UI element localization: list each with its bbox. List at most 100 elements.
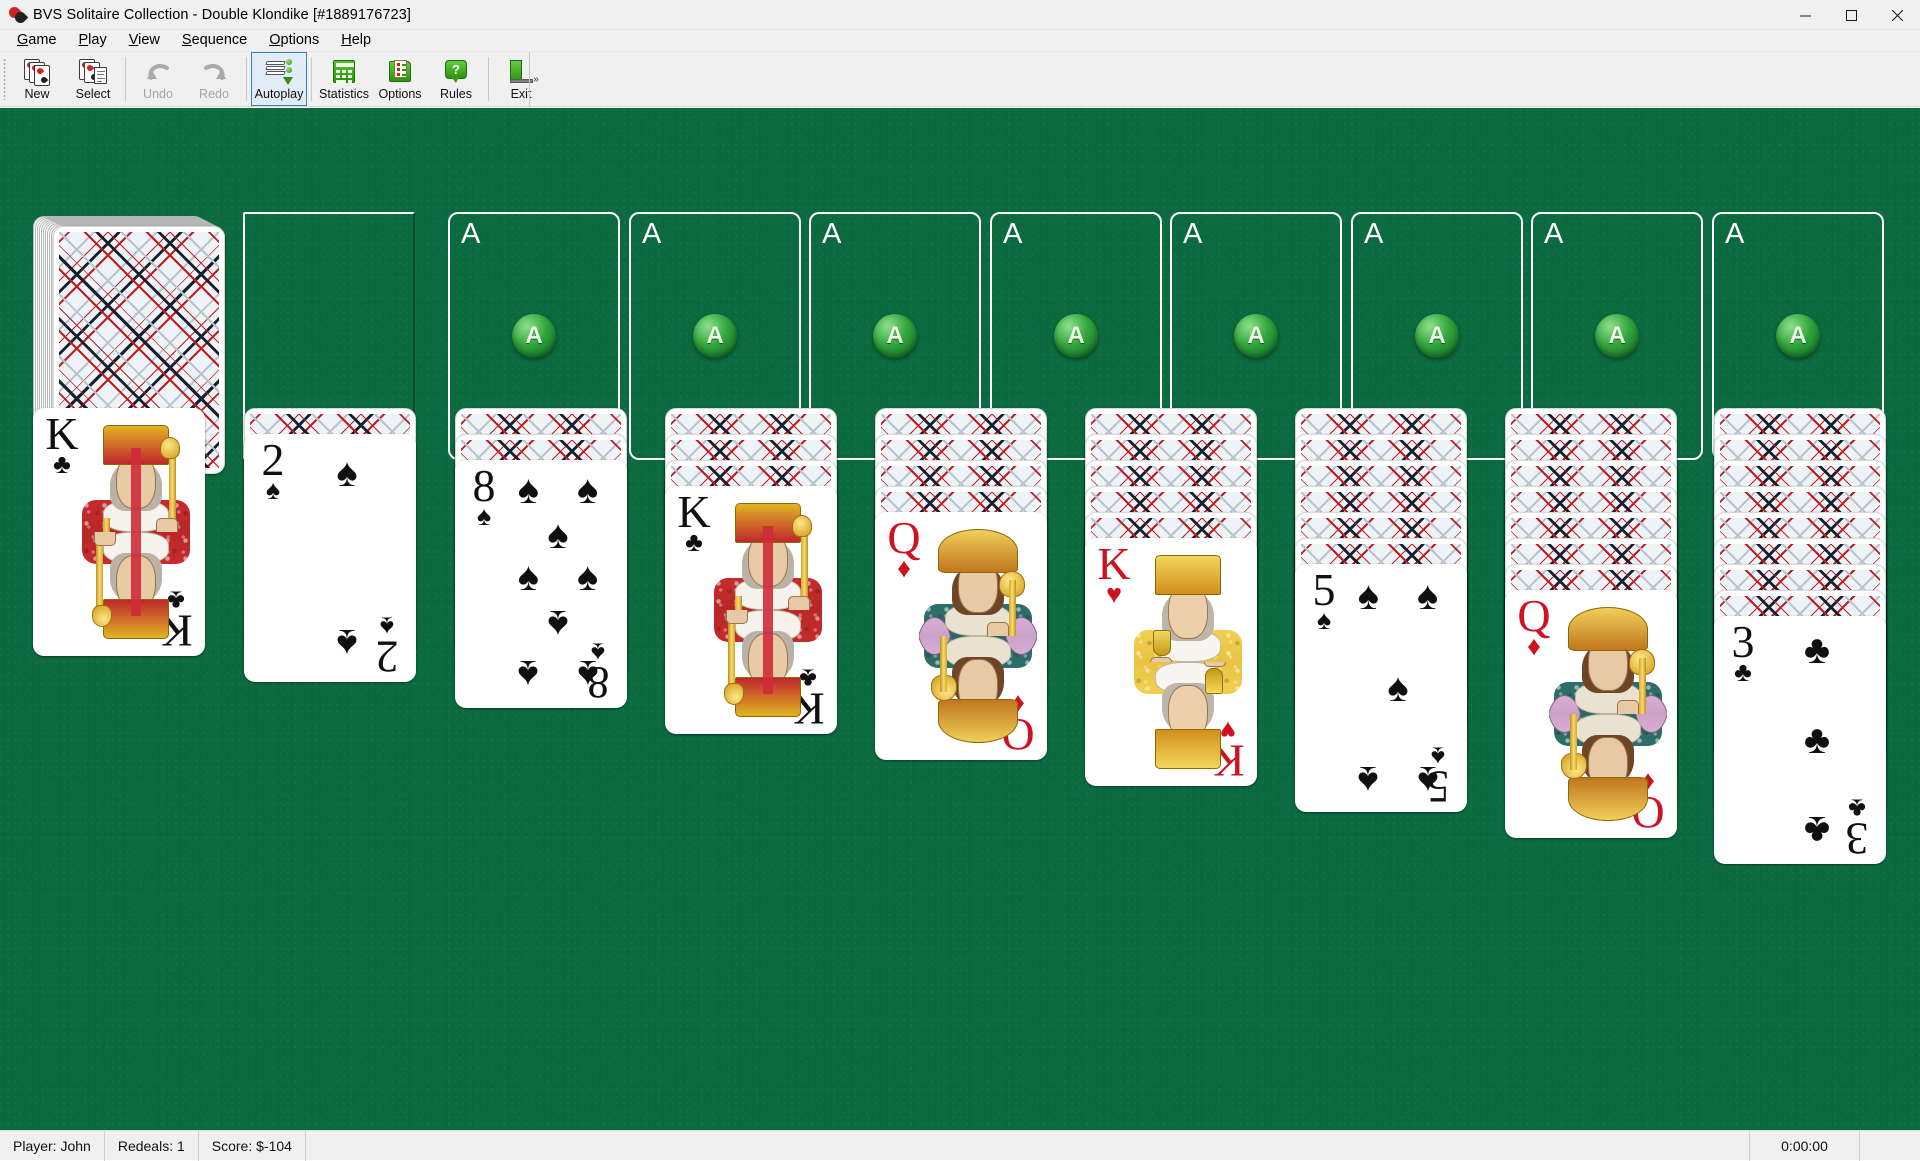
tableau-card-face-up[interactable]: K ♣ K ♣	[33, 408, 205, 656]
autoplay-button[interactable]: Autoplay	[251, 52, 307, 106]
statistics-label: Statistics	[319, 88, 369, 101]
app-icon	[9, 6, 26, 23]
window-title: BVS Solitaire Collection - Double Klondi…	[33, 7, 411, 23]
menu-item-play[interactable]: Play	[68, 31, 118, 50]
court-card-art	[709, 494, 827, 726]
select-game-label: Select	[76, 88, 111, 101]
tableau-card-face-up[interactable]: 8 ♠ 8 ♠ ♠ ♠ ♠ ♠ ♠ ♠ ♠ ♠	[455, 460, 627, 708]
minimize-button[interactable]	[1782, 0, 1828, 30]
foundation-orb-label: A	[1608, 324, 1625, 348]
foundation-orb-label: A	[1247, 324, 1264, 348]
foundation-orb-icon: A	[512, 314, 556, 358]
foundation-corner-label: A	[1003, 220, 1022, 249]
court-card-art	[919, 520, 1037, 752]
rules-label: Rules	[440, 88, 472, 101]
card-pips: ♠ ♠	[290, 446, 404, 670]
foundation-corner-label: A	[1725, 220, 1744, 249]
foundation-orb-label: A	[1789, 324, 1806, 348]
select-game-button[interactable]: Select	[65, 52, 121, 106]
card-pips: ♣ ♣ ♣	[1760, 628, 1874, 852]
status-score: Score: $-104	[199, 1131, 306, 1161]
toolbar-overflow-button[interactable]: »	[529, 52, 542, 107]
toolbar-grip[interactable]	[0, 52, 9, 106]
options-icon	[385, 58, 415, 85]
foundation-corner-label: A	[1544, 220, 1563, 249]
court-card-art	[1549, 598, 1667, 830]
status-timer: 0:00:00	[1750, 1131, 1860, 1161]
card-rank-index: K ♣	[42, 412, 82, 475]
new-game-icon	[22, 58, 52, 85]
status-redeals: Redeals: 1	[105, 1131, 199, 1161]
card-rank-index: 5 ♠	[1304, 568, 1344, 631]
court-card-art	[77, 416, 195, 648]
options-label: Options	[378, 88, 421, 101]
toolbar: New Select Undo	[0, 52, 1920, 107]
game-board: A A A A A A A A A A A A A A A A K ♣ K	[0, 108, 1920, 1130]
foundation-orb-icon: A	[1776, 314, 1820, 358]
status-resize-grip[interactable]	[1860, 1131, 1920, 1161]
redo-arrow-icon	[199, 58, 229, 85]
foundation-corner-label: A	[1364, 220, 1383, 249]
card-rank-index: Q ♦	[1514, 594, 1554, 657]
foundation-orb-icon: A	[693, 314, 737, 358]
menu-item-options[interactable]: Options	[258, 31, 330, 50]
statistics-icon	[329, 58, 359, 85]
tableau-card-face-up[interactable]: 3 ♣ 3 ♣ ♣ ♣ ♣	[1714, 616, 1886, 864]
card-pips: ♠ ♠ ♠ ♠ ♠	[1341, 576, 1455, 800]
status-player: Player: John	[0, 1131, 105, 1161]
close-button[interactable]	[1874, 0, 1920, 30]
statistics-button[interactable]: Statistics	[316, 52, 372, 106]
menu-item-sequence[interactable]: Sequence	[171, 31, 258, 50]
new-game-button[interactable]: New	[9, 52, 65, 106]
rules-button[interactable]: ? Rules	[428, 52, 484, 106]
redo-button[interactable]: Redo	[186, 52, 242, 106]
options-button[interactable]: Options	[372, 52, 428, 106]
window-controls	[1782, 0, 1920, 30]
foundation-orb-label: A	[886, 324, 903, 348]
undo-label: Undo	[143, 88, 173, 101]
tableau-card-face-up[interactable]: 5 ♠ 5 ♠ ♠ ♠ ♠ ♠ ♠	[1295, 564, 1467, 812]
select-game-icon	[78, 58, 108, 85]
tableau-card-face-up[interactable]: Q ♦ Q ♦	[875, 512, 1047, 760]
foundation-corner-label: A	[461, 220, 480, 249]
card-rank-index: 8 ♠	[464, 464, 504, 527]
undo-arrow-icon	[143, 58, 173, 85]
foundation-corner-label: A	[1183, 220, 1202, 249]
foundation-orb-icon: A	[1234, 314, 1278, 358]
rules-help-icon: ?	[441, 58, 471, 85]
new-game-label: New	[24, 88, 49, 101]
card-rank-index: K ♣	[674, 490, 714, 553]
toolbar-separator-3	[311, 57, 312, 101]
foundation-orb-label: A	[1428, 324, 1445, 348]
tableau-card-face-up[interactable]: K ♥ K ♥	[1085, 538, 1257, 786]
foundation-orb-label: A	[1067, 324, 1084, 348]
menu-item-game[interactable]: GGameame	[6, 31, 68, 50]
tableau-card-face-up[interactable]: 2 ♠ 2 ♠ ♠ ♠	[244, 434, 416, 682]
menu-item-help[interactable]: Help	[330, 31, 382, 50]
window-title-bar: BVS Solitaire Collection - Double Klondi…	[0, 0, 1920, 30]
foundation-orb-icon: A	[873, 314, 917, 358]
foundation-orb-icon: A	[1595, 314, 1639, 358]
undo-button[interactable]: Undo	[130, 52, 186, 106]
court-card-art	[1129, 546, 1247, 778]
card-rank-index: 2 ♠	[253, 438, 293, 501]
foundation-corner-label: A	[642, 220, 661, 249]
autoplay-label: Autoplay	[255, 88, 304, 101]
tableau-card-face-up[interactable]: K ♣ K ♣	[665, 486, 837, 734]
toolbar-separator-2	[246, 57, 247, 101]
toolbar-separator-4	[488, 57, 489, 101]
foundation-orb-label: A	[706, 324, 723, 348]
foundation-orb-icon: A	[1054, 314, 1098, 358]
card-rank-index: 3 ♣	[1723, 620, 1763, 683]
maximize-button[interactable]	[1828, 0, 1874, 30]
menu-bar: GGameame Play View Sequence Options Help	[0, 30, 1920, 52]
status-spacer	[306, 1131, 1750, 1161]
tableau-card-face-up[interactable]: Q ♦ Q ♦	[1505, 590, 1677, 838]
foundation-corner-label: A	[822, 220, 841, 249]
redo-label: Redo	[199, 88, 229, 101]
foundation-orb-icon: A	[1415, 314, 1459, 358]
menu-item-view[interactable]: View	[118, 31, 171, 50]
status-bar: Player: John Redeals: 1 Score: $-104 0:0…	[0, 1130, 1920, 1160]
autoplay-icon	[264, 58, 294, 85]
card-rank-index: K ♥	[1094, 542, 1134, 605]
